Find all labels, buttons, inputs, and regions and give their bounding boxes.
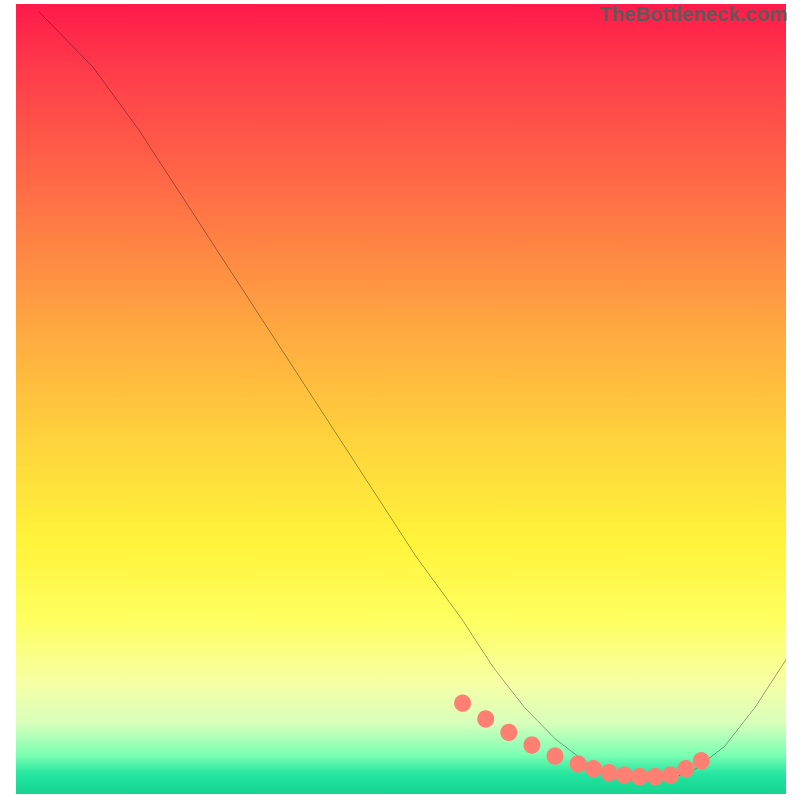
curve-marker-dot — [477, 710, 494, 727]
watermark-text: TheBottleneck.com — [600, 4, 788, 27]
curve-marker-dot — [631, 768, 648, 785]
curve-marker-dot — [647, 768, 664, 785]
curve-marker-dot — [662, 766, 679, 783]
curve-marker-dot — [677, 760, 694, 777]
chart-container: TheBottleneck.com — [0, 0, 800, 800]
curve-marker-dot — [454, 694, 471, 711]
curve-marker-dot — [547, 747, 564, 764]
curve-marker-dot — [585, 760, 602, 777]
curve-marker-dot — [570, 755, 587, 772]
curve-marker-dot — [693, 752, 710, 769]
curve-marker-dot — [600, 764, 617, 781]
curve-marker-dot — [616, 766, 633, 783]
curve-path — [39, 12, 786, 778]
curve-marker-dot — [500, 724, 517, 741]
chart-plot-area — [16, 4, 786, 794]
chart-overlay-svg — [16, 4, 786, 794]
curve-marker-dot — [523, 736, 540, 753]
curve-markers — [454, 694, 710, 785]
